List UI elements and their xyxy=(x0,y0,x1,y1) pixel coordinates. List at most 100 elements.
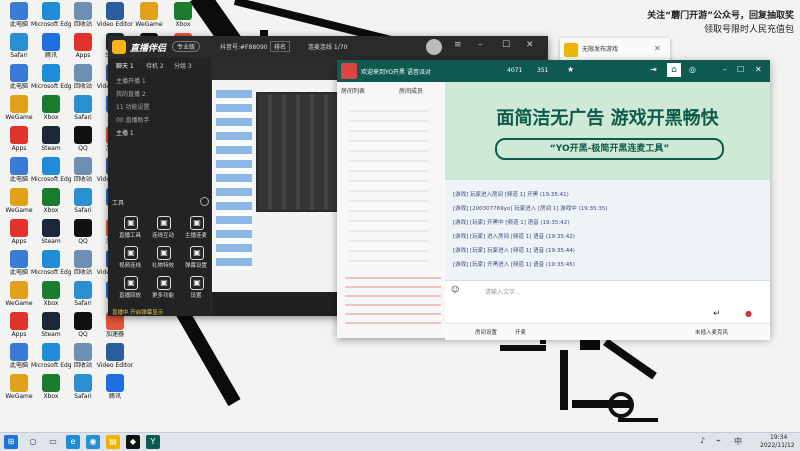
emoji-icon[interactable]: ☺ xyxy=(451,285,459,294)
member-list[interactable] xyxy=(349,102,429,262)
browser-icon[interactable]: ◉ xyxy=(86,435,100,449)
maximize-icon[interactable]: ☐ xyxy=(737,65,744,74)
desktop-icon[interactable]: Steam xyxy=(34,219,68,251)
desktop-icon[interactable]: Apps xyxy=(2,126,36,158)
minimize-icon[interactable]: – xyxy=(478,40,483,50)
sidebar-row[interactable]: 主播开播 1 xyxy=(116,76,146,85)
rank-tab[interactable]: 排名 xyxy=(270,41,291,52)
promo-banner-line1: 关注“蘑门开游”公众号，回复抽取奖 xyxy=(647,11,794,21)
desktop-icon[interactable]: Safari xyxy=(66,95,100,127)
avatar[interactable] xyxy=(426,39,442,55)
desktop-icon[interactable]: Microsoft Edge xyxy=(31,157,71,189)
stream-status: 连麦连线 1/70 xyxy=(308,44,348,51)
taskview-icon[interactable]: ▭ xyxy=(46,435,60,449)
list-header: 房间列表 xyxy=(341,88,366,95)
sidebar-row[interactable]: 00 直播助手 xyxy=(116,115,150,124)
tab-group[interactable]: 分组 3 xyxy=(174,61,192,70)
desktop-icon[interactable]: QQ xyxy=(66,312,100,344)
desktop-icon[interactable]: 此电脑 xyxy=(2,157,36,189)
desktop-icon[interactable]: Microsoft Edge xyxy=(31,343,71,375)
edition-badge[interactable]: 专业版 xyxy=(172,41,201,52)
desktop-icon[interactable]: Xbox xyxy=(34,95,68,127)
open-mic-button[interactable]: 开麦 xyxy=(515,328,526,336)
desktop-icon[interactable]: WeGame xyxy=(2,188,36,220)
volume-icon[interactable]: ♪ xyxy=(700,436,705,445)
mic-icon[interactable]: ● xyxy=(745,309,752,318)
ime-icon[interactable]: 中 xyxy=(734,436,742,447)
close-icon[interactable]: ✕ xyxy=(526,40,534,50)
star-icon[interactable]: ★ xyxy=(567,65,574,74)
tab-chat[interactable]: 聊天 1 xyxy=(116,61,134,70)
sidebar-row[interactable]: 11 功能设置 xyxy=(116,102,150,111)
desktop-icon[interactable]: WeGame xyxy=(2,374,36,406)
desktop-icon[interactable]: WeGame xyxy=(2,281,36,313)
ad-slogan: “YO开黑-极简开黑连麦工具” xyxy=(495,138,724,160)
desktop-icon[interactable]: 加速器 xyxy=(98,312,132,344)
desktop-icon[interactable]: Xbox xyxy=(34,374,68,406)
yo-app-icon[interactable]: Y xyxy=(146,435,160,449)
close-icon[interactable]: ✕ xyxy=(654,44,661,53)
desktop-icon[interactable]: Steam xyxy=(34,312,68,344)
desktop-icon[interactable]: Microsoft Edge xyxy=(31,250,71,282)
pc-icon xyxy=(10,64,28,82)
qq-popup-window[interactable]: 无限发布游戏 ✕ xyxy=(560,38,670,62)
info-icon[interactable] xyxy=(200,197,209,206)
desktop-icon[interactable]: 回收站 xyxy=(66,250,100,282)
desktop-icon[interactable]: 回收站 xyxy=(66,64,100,96)
menu-icon[interactable]: ≡ xyxy=(454,40,462,50)
desktop-icon[interactable]: Video Editor xyxy=(97,2,133,34)
sidebar-row[interactable]: 主播 1 xyxy=(116,128,134,137)
maximize-icon[interactable]: ☐ xyxy=(502,40,510,50)
desktop-icon[interactable]: Video Editor xyxy=(97,343,133,375)
desktop-icon[interactable]: Microsoft Edge xyxy=(31,64,71,96)
start-icon[interactable]: ⊞ xyxy=(4,435,18,449)
desktop-icon[interactable]: 此电脑 xyxy=(2,343,36,375)
folder-icon[interactable]: ▤ xyxy=(106,435,120,449)
search-icon[interactable]: ○ xyxy=(26,435,40,449)
minimize-icon[interactable]: – xyxy=(723,65,727,74)
desktop-icon[interactable]: 此电脑 xyxy=(2,2,36,34)
gamepad-icon[interactable]: ◎ xyxy=(689,65,696,74)
close-icon[interactable]: ✕ xyxy=(755,65,762,74)
desktop-icon[interactable]: 回收站 xyxy=(66,2,100,34)
desktop-icon[interactable]: QQ xyxy=(66,126,100,158)
desktop-icon[interactable]: 此电脑 xyxy=(2,64,36,96)
ad-banner[interactable]: 面简洁无广告 游戏开黑畅快 “YO开黑-极简开黑连麦工具” xyxy=(445,82,770,180)
desktop-icon[interactable]: Apps xyxy=(2,312,36,344)
desktop-icon[interactable]: Safari xyxy=(66,188,100,220)
desktop-icon[interactable]: 此电脑 xyxy=(2,250,36,282)
function-button[interactable]: ▣ 主播连麦 xyxy=(180,216,212,250)
desktop-icon[interactable]: Xbox xyxy=(34,281,68,313)
desktop-icon[interactable]: Apps xyxy=(66,33,100,65)
desktop-icon[interactable]: Xbox xyxy=(166,2,200,34)
desktop-icon[interactable]: Safari xyxy=(2,33,36,65)
desktop-icon[interactable]: QQ xyxy=(66,219,100,251)
desktop-icon[interactable]: 回收站 xyxy=(66,157,100,189)
network-icon[interactable]: ⌁ xyxy=(716,436,721,445)
desktop-icon[interactable]: 回收站 xyxy=(66,343,100,375)
tab-standby[interactable]: 待机 2 xyxy=(146,61,164,70)
function-button[interactable]: ▣ 弹幕设置 xyxy=(180,246,212,280)
desktop-icon[interactable]: 腾讯 xyxy=(98,374,132,406)
channel-list[interactable] xyxy=(345,270,441,330)
sidebar-row[interactable]: 我的直播 2 xyxy=(116,89,146,98)
chat-titlebar: 欢迎来到YO开黑 语音派对 4071 351 ★ ⇥ ⌂ ◎ – ☐ ✕ xyxy=(337,60,770,82)
desktop-icon[interactable]: Apps xyxy=(2,219,36,251)
desktop-icon[interactable]: WeGame xyxy=(2,95,36,127)
function-button[interactable]: ▣ 设置 xyxy=(180,276,212,310)
desktop-icon[interactable]: Microsoft Edge xyxy=(31,2,71,34)
exit-icon[interactable]: ⇥ xyxy=(650,65,657,74)
tab-members[interactable]: 房间成员 xyxy=(399,86,423,95)
desktop-icon[interactable]: WeGame xyxy=(132,2,166,34)
steam-icon[interactable]: ◆ xyxy=(126,435,140,449)
room-settings-button[interactable]: 房间设置 xyxy=(475,328,497,336)
desktop-icon[interactable]: Steam xyxy=(34,126,68,158)
home-icon[interactable]: ⌂ xyxy=(667,63,681,77)
desktop-icon[interactable]: Safari xyxy=(66,374,100,406)
send-icon[interactable]: ↵ xyxy=(713,309,721,319)
desktop-icon[interactable]: Xbox xyxy=(34,188,68,220)
chat-input[interactable]: 请输入文字... xyxy=(485,287,521,296)
desktop-icon[interactable]: Safari xyxy=(66,281,100,313)
edge-icon[interactable]: e xyxy=(66,435,80,449)
desktop-icon[interactable]: 腾讯 xyxy=(34,33,68,65)
